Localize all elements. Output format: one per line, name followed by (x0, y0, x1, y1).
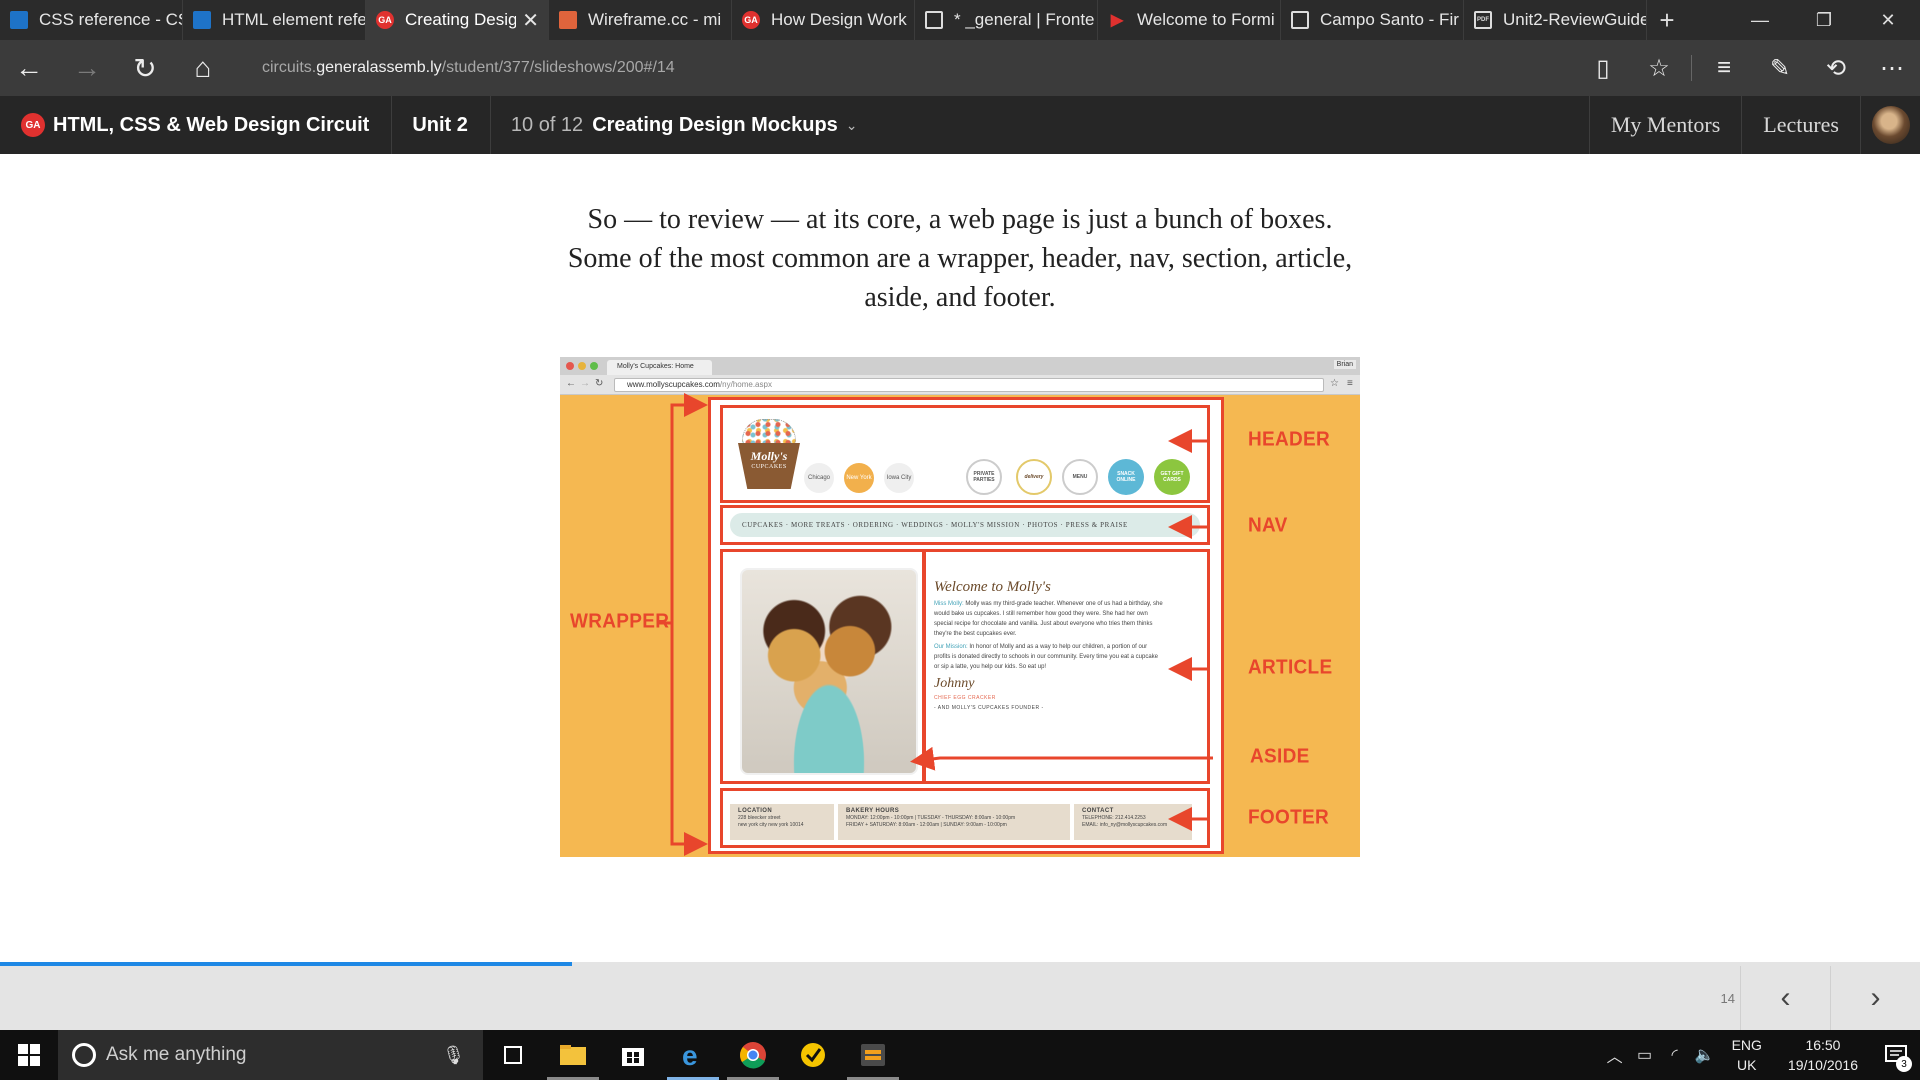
sublime-text-app[interactable] (843, 1030, 903, 1080)
avatar[interactable] (1860, 96, 1920, 154)
more-icon[interactable]: ⋯ (1864, 40, 1920, 96)
aside-arrow (910, 746, 1213, 771)
course-title[interactable]: HTML, CSS & Web Design Circuit (53, 96, 393, 154)
slide-body-text: So — to review — at its core, a web page… (567, 204, 1353, 313)
edge-app[interactable]: e (663, 1030, 723, 1080)
window-icon (925, 11, 943, 29)
toolbar-divider (1691, 55, 1692, 81)
notification-count-badge: 3 (1896, 1056, 1912, 1072)
back-button[interactable]: ← (0, 40, 58, 96)
tab-html-element-reference[interactable]: HTML element refe (183, 0, 366, 40)
edge-icon: e (682, 1041, 698, 1069)
wrapper-bracket (670, 403, 677, 846)
chevron-up-icon[interactable]: ︿ (1600, 1043, 1630, 1067)
pdf-icon: PDF (1474, 11, 1492, 29)
web-note-icon[interactable]: ✎ (1752, 40, 1808, 96)
close-window-button[interactable]: ✕ (1856, 0, 1920, 40)
url-field[interactable]: circuits.generalassemb.ly/student/377/sl… (262, 59, 1575, 77)
ga-logo-icon: GA (742, 11, 760, 29)
wifi-icon[interactable]: ◜ (1660, 1045, 1690, 1065)
blue-doc-icon (10, 11, 28, 29)
browser-tab-strip: CSS reference - CS HTML element refe GA C… (0, 0, 1920, 40)
slide-number: 14 (1720, 991, 1735, 1006)
action-center-button[interactable]: 3 (1872, 1030, 1920, 1080)
windows-logo-icon (18, 1044, 40, 1066)
minimize-button[interactable]: — (1728, 0, 1792, 40)
restore-button[interactable]: ❐ (1792, 0, 1856, 40)
tab-unit2-review-guide[interactable]: PDF Unit2-ReviewGuide (1464, 0, 1647, 40)
blue-doc-icon (193, 11, 211, 29)
label-nav: NAV (1248, 514, 1288, 537)
ga-logo-icon: GA (376, 11, 394, 29)
chevron-down-icon[interactable]: ⌄ (846, 117, 858, 134)
ga-logo-icon[interactable]: GA (21, 113, 45, 137)
slide-footer: 14 ‹ › (0, 966, 1920, 1030)
tab-how-design-works[interactable]: GA How Design Work (732, 0, 915, 40)
next-slide-button[interactable]: › (1830, 966, 1920, 1030)
label-wrapper: WRAPPER (570, 610, 670, 633)
address-bar: ← → ↻ ⌂ circuits.generalassemb.ly/studen… (0, 40, 1920, 96)
label-footer: FOOTER (1248, 806, 1329, 829)
lesson-title-dropdown[interactable]: Creating Design Mockups (592, 114, 838, 137)
tab-general-frontend[interactable]: * _general | Fronte (915, 0, 1098, 40)
file-explorer-app[interactable] (543, 1030, 603, 1080)
annotation-arrows (658, 393, 1213, 856)
avatar-image (1871, 106, 1910, 144)
system-tray: ︿ ▭ ◜ 🔈 ENG UK 16:50 19/10/2016 3 (1600, 1030, 1920, 1080)
site-header: GA HTML, CSS & Web Design Circuit Unit 2… (0, 96, 1920, 154)
site-nav: My Mentors Lectures (1588, 96, 1920, 154)
store-icon (622, 1048, 644, 1066)
task-view-icon (504, 1046, 522, 1064)
svg-text:e: e (682, 1041, 698, 1069)
label-header: HEADER (1248, 428, 1331, 451)
input-language[interactable]: ENG UK (1732, 1035, 1762, 1075)
wireframe-icon (559, 11, 577, 29)
reading-view-icon[interactable]: ▯ (1575, 40, 1631, 96)
microphone-icon[interactable]: 🎙 (442, 1045, 465, 1066)
norton-check-icon (801, 1043, 825, 1067)
folder-icon (560, 1045, 586, 1065)
annotated-webpage-figure: Molly's Cupcakes: Home Brian ← → ↻ www.m… (560, 357, 1360, 857)
nav-my-mentors[interactable]: My Mentors (1588, 96, 1741, 154)
clock[interactable]: 16:50 19/10/2016 (1788, 1035, 1858, 1075)
home-button[interactable]: ⌂ (174, 40, 232, 96)
close-tab-icon[interactable]: ✕ (516, 8, 548, 33)
previous-slide-button[interactable]: ‹ (1740, 966, 1830, 1030)
refresh-button[interactable]: ↻ (116, 40, 174, 96)
forward-button[interactable]: → (58, 40, 116, 96)
task-view-button[interactable] (483, 1030, 543, 1080)
unit-title[interactable]: Unit 2 (392, 96, 491, 154)
chrome-icon (740, 1042, 766, 1069)
new-tab-button[interactable]: + (1647, 0, 1687, 40)
sublime-icon (861, 1044, 885, 1066)
tab-campo-santo[interactable]: Campo Santo - Fir (1281, 0, 1464, 40)
windows-taskbar: Ask me anything 🎙 e ︿ ▭ ◜ 🔈 ENG UK 16:50 1… (0, 1030, 1920, 1080)
volume-icon[interactable]: 🔈 (1690, 1045, 1720, 1065)
store-app[interactable] (603, 1030, 663, 1080)
start-button[interactable] (0, 1030, 58, 1080)
norton-app[interactable] (783, 1030, 843, 1080)
formidable-icon: ▶ (1110, 12, 1124, 29)
tab-creating-design-mockups[interactable]: GA Creating Desig ✕ (366, 0, 549, 40)
hub-icon[interactable]: ≡ (1696, 40, 1752, 96)
window-controls: — ❐ ✕ (1728, 0, 1920, 40)
favorite-star-icon[interactable]: ☆ (1631, 40, 1687, 96)
battery-icon[interactable]: ▭ (1630, 1045, 1660, 1065)
share-icon[interactable]: ⟲ (1808, 40, 1864, 96)
tab-welcome-formidable[interactable]: ▶ Welcome to Formi (1098, 0, 1281, 40)
label-article: ARTICLE (1248, 656, 1333, 679)
window-icon (1291, 11, 1309, 29)
chrome-app[interactable] (723, 1030, 783, 1080)
cortana-icon (72, 1043, 96, 1067)
tab-wireframe[interactable]: Wireframe.cc - mi (549, 0, 732, 40)
tab-css-reference[interactable]: CSS reference - CS (0, 0, 183, 40)
label-aside: ASIDE (1250, 745, 1310, 768)
lesson-progress: 10 of 12 (510, 113, 584, 136)
cortana-search-box[interactable]: Ask me anything 🎙 (58, 1030, 483, 1080)
nav-lectures[interactable]: Lectures (1741, 96, 1860, 154)
